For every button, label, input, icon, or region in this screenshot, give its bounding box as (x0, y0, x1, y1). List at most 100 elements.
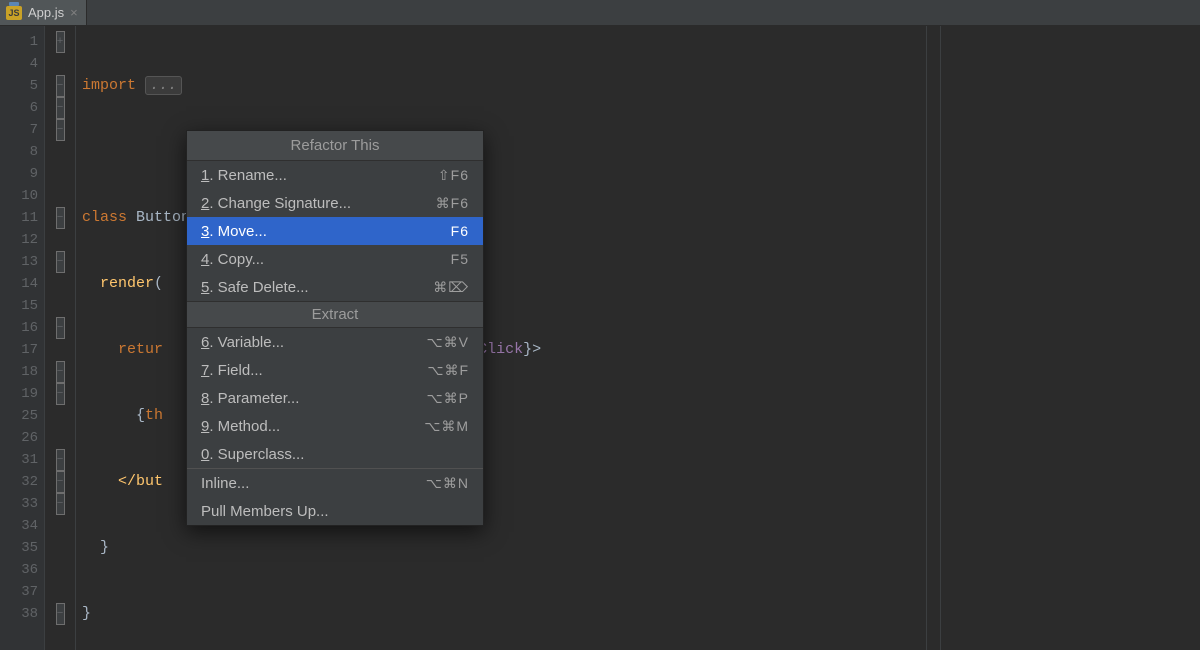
fold-collapse-icon[interactable]: − (56, 207, 65, 229)
close-icon[interactable]: × (70, 5, 78, 20)
fold-slot: − (45, 471, 75, 493)
line-number: 4 (0, 53, 38, 75)
fold-slot (45, 581, 75, 603)
menu-item-label: 6. Variable... (201, 334, 284, 351)
line-number: 37 (0, 581, 38, 603)
menu-item-superclass[interactable]: 0. Superclass... (187, 440, 483, 468)
line-number: 11 (0, 207, 38, 229)
menu-item-method[interactable]: 9. Method...⌥⌘M (187, 412, 483, 440)
fold-slot: − (45, 317, 75, 339)
editor: 1456789101112131415161718192526313233343… (0, 26, 1200, 650)
line-number: 6 (0, 97, 38, 119)
menu-item-shortcut: F5 (451, 251, 469, 267)
fold-slot: − (45, 449, 75, 471)
menu-item-variable[interactable]: 6. Variable... ⌥⌘V (187, 328, 483, 356)
fold-collapse-icon[interactable]: − (56, 449, 65, 471)
menu-item-shortcut: ⇧F6 (438, 167, 469, 184)
menu-item-shortcut: F6 (451, 223, 469, 239)
menu-item-parameter[interactable]: 8. Parameter...⌥⌘P (187, 384, 483, 412)
line-number: 36 (0, 559, 38, 581)
fold-slot (45, 53, 75, 75)
tab-app-js[interactable]: JS App.js × (0, 0, 87, 25)
fold-collapse-icon[interactable]: − (56, 471, 65, 493)
fold-slot (45, 185, 75, 207)
line-number: 38 (0, 603, 38, 625)
menu-item-shortcut: ⌥⌘F (427, 362, 469, 379)
menu-item-inline[interactable]: Inline... ⌥⌘N (187, 469, 483, 497)
refactor-this-menu: Refactor This 1. Rename...⇧F62. Change S… (186, 130, 484, 526)
menu-item-field[interactable]: 7. Field... ⌥⌘F (187, 356, 483, 384)
line-number: 34 (0, 515, 38, 537)
folded-region[interactable]: ... (145, 76, 182, 95)
fold-slot (45, 405, 75, 427)
menu-item-label: 2. Change Signature... (201, 195, 351, 212)
fold-slot (45, 141, 75, 163)
right-margin-pane (940, 26, 1200, 650)
keyword-this: th (145, 407, 163, 424)
fold-expand-icon[interactable]: + (56, 31, 65, 53)
fold-slot: − (45, 383, 75, 405)
menu-item-shortcut: ⌥⌘M (424, 418, 469, 435)
keyword-import: import (82, 77, 145, 94)
keyword-class: class (82, 209, 136, 226)
menu-item-shortcut: ⌘⌦ (433, 279, 469, 296)
line-number: 19 (0, 383, 38, 405)
menu-item-label: 5. Safe Delete... (201, 279, 309, 296)
fold-slot (45, 229, 75, 251)
js-file-icon: JS (6, 6, 22, 20)
fold-collapse-icon[interactable]: − (56, 603, 65, 625)
method-render: render (100, 275, 154, 292)
fold-collapse-icon[interactable]: − (56, 493, 65, 515)
fold-collapse-icon[interactable]: − (56, 383, 65, 405)
line-number: 18 (0, 361, 38, 383)
keyword-return: retur (118, 341, 163, 358)
fold-slot (45, 427, 75, 449)
fold-collapse-icon[interactable]: − (56, 317, 65, 339)
line-number: 16 (0, 317, 38, 339)
fold-slot (45, 295, 75, 317)
fold-slot (45, 537, 75, 559)
fold-collapse-icon[interactable]: − (56, 75, 65, 97)
menu-item-shortcut: ⌥⌘N (426, 475, 469, 492)
menu-item-label: 7. Field... (201, 362, 263, 379)
fold-slot: − (45, 251, 75, 273)
menu-item-move[interactable]: 3. Move...F6 (187, 217, 483, 245)
line-number: 9 (0, 163, 38, 185)
tab-bar: JS App.js × (0, 0, 1200, 26)
fold-slot: − (45, 603, 75, 625)
line-number: 26 (0, 427, 38, 449)
fold-collapse-icon[interactable]: − (56, 251, 65, 273)
menu-item-safe-delete[interactable]: 5. Safe Delete... ⌘⌦ (187, 273, 483, 301)
line-number: 10 (0, 185, 38, 207)
line-number: 13 (0, 251, 38, 273)
line-number: 7 (0, 119, 38, 141)
line-number: 25 (0, 405, 38, 427)
menu-item-label: Inline... (201, 475, 249, 492)
line-number: 8 (0, 141, 38, 163)
fold-slot: − (45, 97, 75, 119)
fold-slot: − (45, 75, 75, 97)
menu-item-shortcut: ⌘F6 (436, 195, 469, 212)
menu-item-pull-members-up[interactable]: Pull Members Up... (187, 497, 483, 525)
menu-item-change-signature[interactable]: 2. Change Signature... ⌘F6 (187, 189, 483, 217)
fold-collapse-icon[interactable]: − (56, 119, 65, 141)
line-number-gutter: 1456789101112131415161718192526313233343… (0, 26, 44, 650)
vertical-scrollbar[interactable] (926, 26, 940, 650)
fold-slot: − (45, 361, 75, 383)
fold-collapse-icon[interactable]: − (56, 361, 65, 383)
jsx-close-tag: </but (118, 473, 163, 490)
fold-slot (45, 559, 75, 581)
brace: { (136, 407, 145, 424)
tab-label: App.js (28, 5, 64, 20)
menu-item-label: Pull Members Up... (201, 503, 329, 520)
brace: } (100, 539, 109, 556)
fold-slot: − (45, 493, 75, 515)
line-number: 12 (0, 229, 38, 251)
fold-slot: − (45, 119, 75, 141)
line-number: 14 (0, 273, 38, 295)
menu-item-rename[interactable]: 1. Rename...⇧F6 (187, 161, 483, 189)
fold-collapse-icon[interactable]: − (56, 97, 65, 119)
menu-item-copy[interactable]: 4. Copy... F5 (187, 245, 483, 273)
menu-item-shortcut: ⌥⌘V (427, 334, 469, 351)
menu-item-label: 4. Copy... (201, 251, 264, 268)
